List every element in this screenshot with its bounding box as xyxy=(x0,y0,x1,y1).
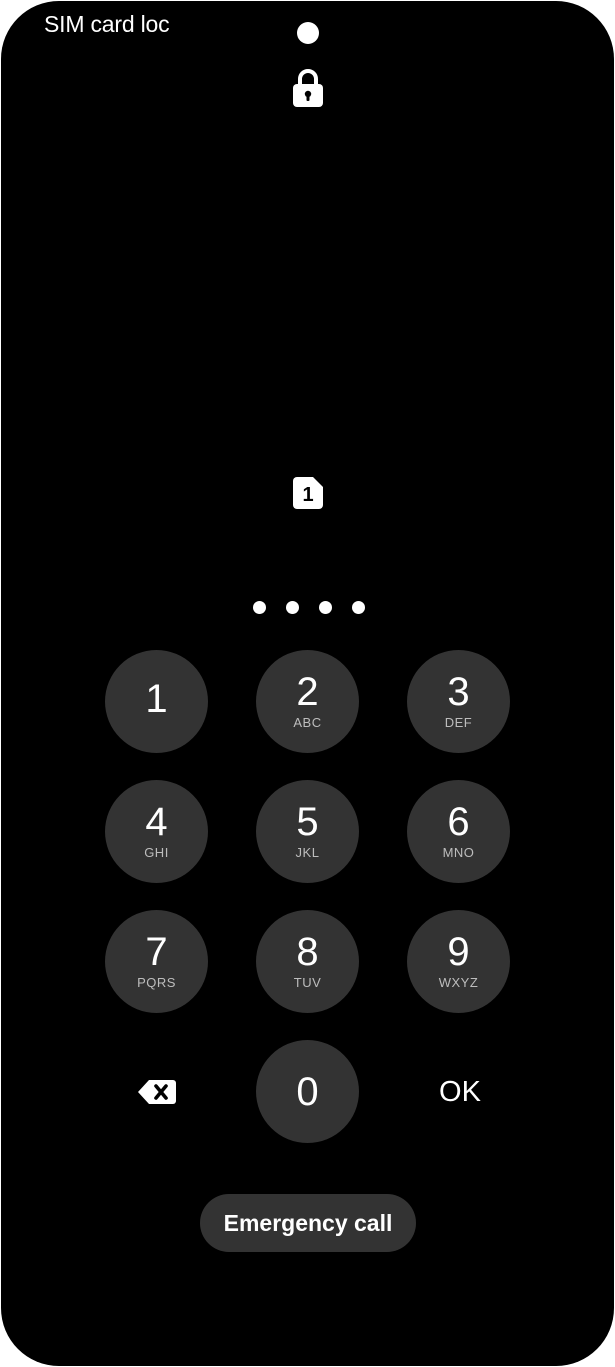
key-letters: MNO xyxy=(442,845,475,860)
pin-dot xyxy=(319,601,332,614)
pin-dot xyxy=(253,601,266,614)
sim-card-icon: 1 xyxy=(293,477,323,509)
key-digit: 7 xyxy=(145,930,168,974)
key-letters: TUV xyxy=(293,975,322,990)
key-digit: 6 xyxy=(447,800,470,844)
sim-slot-number: 1 xyxy=(302,484,313,506)
key-5[interactable]: 5 JKL xyxy=(256,780,359,883)
key-2[interactable]: 2 ABC xyxy=(256,650,359,753)
key-1[interactable]: 1 xyxy=(105,650,208,753)
backspace-icon xyxy=(138,1080,176,1104)
pin-dot xyxy=(286,601,299,614)
key-digit: 4 xyxy=(145,800,168,844)
key-3[interactable]: 3 DEF xyxy=(407,650,510,753)
phone-screen: SIM card loc 1 1 2 ABC 3 DEF 4 GHI 5 JKL… xyxy=(1,1,614,1366)
key-letters: WXYZ xyxy=(438,975,479,990)
emergency-call-button[interactable]: Emergency call xyxy=(200,1194,416,1252)
front-camera-cutout xyxy=(297,22,319,44)
backspace-button[interactable] xyxy=(117,1062,197,1122)
key-digit: 3 xyxy=(447,670,470,714)
key-digit: 0 xyxy=(296,1069,319,1114)
pin-entry-indicator xyxy=(253,601,365,617)
key-9[interactable]: 9 WXYZ xyxy=(407,910,510,1013)
key-digit: 8 xyxy=(296,930,319,974)
key-letters: PQRS xyxy=(137,975,176,990)
key-8[interactable]: 8 TUV xyxy=(256,910,359,1013)
ok-button[interactable]: OK xyxy=(419,1062,501,1122)
status-bar-title: SIM card loc xyxy=(44,11,170,37)
pin-dot xyxy=(352,601,365,614)
key-letters: DEF xyxy=(444,715,473,730)
key-digit: 2 xyxy=(296,670,319,714)
key-digit: 9 xyxy=(447,930,470,974)
key-letters: JKL xyxy=(295,845,320,860)
key-6[interactable]: 6 MNO xyxy=(407,780,510,883)
key-digit: 1 xyxy=(145,676,168,721)
key-letters: ABC xyxy=(293,715,322,730)
lock-icon xyxy=(293,69,323,107)
key-digit: 5 xyxy=(296,800,319,844)
key-0[interactable]: 0 xyxy=(256,1040,359,1143)
key-letters: GHI xyxy=(144,845,169,860)
key-4[interactable]: 4 GHI xyxy=(105,780,208,883)
key-7[interactable]: 7 PQRS xyxy=(105,910,208,1013)
